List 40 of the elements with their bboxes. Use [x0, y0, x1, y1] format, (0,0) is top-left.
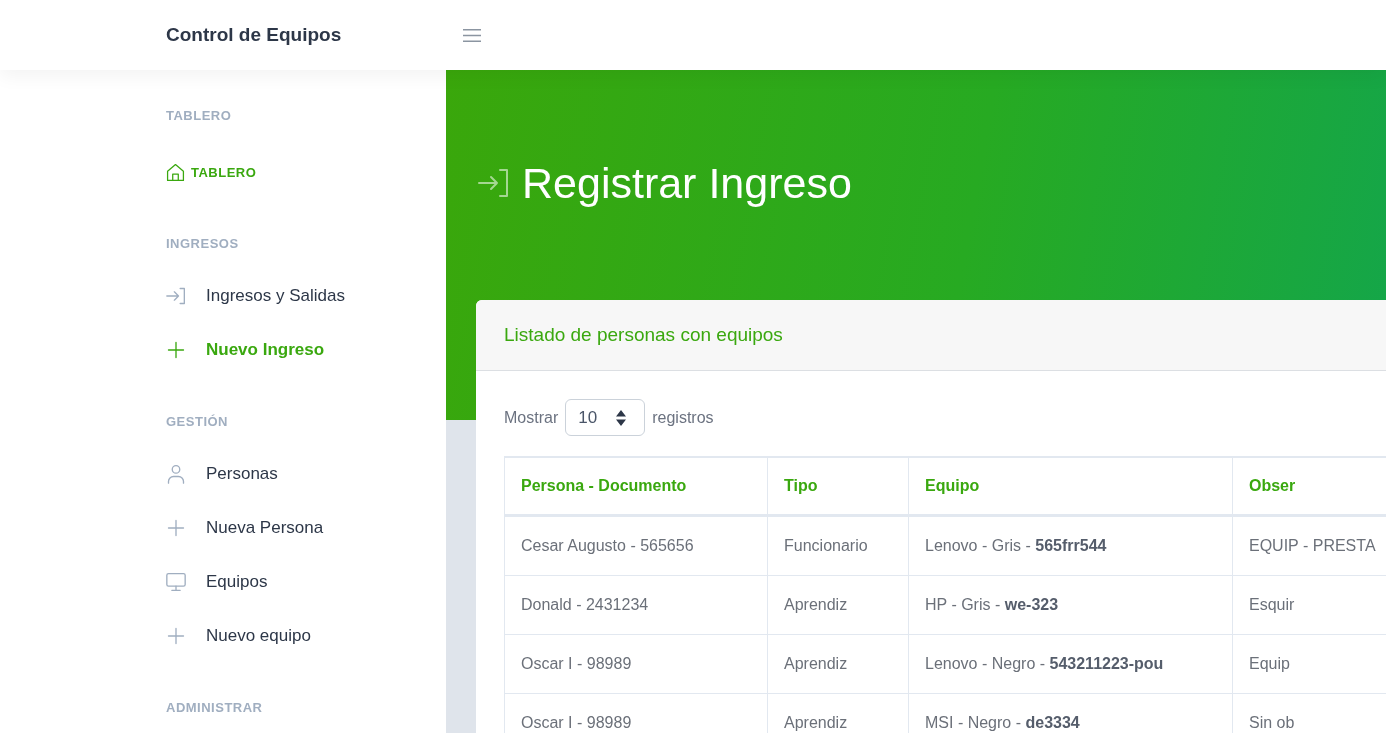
- column-header: Obser: [1232, 457, 1386, 516]
- arrow-into-bracket-icon: [166, 286, 186, 306]
- plus-icon: [166, 626, 186, 646]
- table-cell: Oscar I - 98989: [504, 634, 768, 694]
- person-icon: [166, 464, 186, 484]
- table-cell: Lenovo - Negro - 543211223-pou: [908, 634, 1233, 694]
- page-title: Registrar Ingreso: [522, 158, 852, 209]
- length-label: registros: [652, 408, 714, 427]
- sidebar-item[interactable]: Nuevo equipo: [166, 609, 311, 663]
- menu-icon: [463, 28, 481, 42]
- up-down-caret-icon: [616, 409, 627, 426]
- arrow-into-bracket-icon: [478, 169, 508, 197]
- table-cell: Donald - 2431234: [504, 575, 768, 635]
- column-header: Persona - Documento: [504, 457, 768, 516]
- plus-icon: [166, 340, 186, 360]
- table-cell: HP - Gris - we-323: [908, 575, 1233, 635]
- sidebar-item[interactable]: Equipos: [166, 555, 268, 609]
- monitor-icon: [166, 572, 186, 592]
- length-label: Mostrar: [504, 408, 559, 427]
- table-cell: Cesar Augusto - 565656: [504, 515, 768, 576]
- plus-icon: [166, 518, 186, 538]
- page-size-select[interactable]: 10: [565, 399, 646, 436]
- table-cell: Oscar I - 98989: [504, 693, 768, 733]
- house-icon: [166, 162, 185, 182]
- sidebar-heading: INGRESOS: [166, 235, 240, 253]
- table-cell: Aprendiz: [767, 575, 909, 635]
- column-header: Equipo: [908, 457, 1233, 516]
- table-cell: Aprendiz: [767, 634, 909, 694]
- sidebar-heading: TABLERO: [166, 107, 233, 125]
- sidebar-item[interactable]: Ingresos y Salidas: [166, 269, 345, 323]
- table-cell: Lenovo - Gris - 565frr544: [908, 515, 1233, 576]
- card-title: Listado de personas con equipos: [504, 324, 783, 346]
- sidebar-heading: ADMINISTRAR: [166, 699, 264, 717]
- brand-title: Control de Equipos: [166, 24, 342, 45]
- table-cell: Funcionario: [767, 515, 909, 576]
- sidebar-item[interactable]: Personas: [166, 447, 278, 501]
- column-header: Tipo: [767, 457, 909, 516]
- sidebar-heading: GESTIÓN: [166, 413, 229, 431]
- sidebar-item[interactable]: Nueva Persona: [166, 501, 324, 555]
- menu-button[interactable]: [463, 28, 481, 42]
